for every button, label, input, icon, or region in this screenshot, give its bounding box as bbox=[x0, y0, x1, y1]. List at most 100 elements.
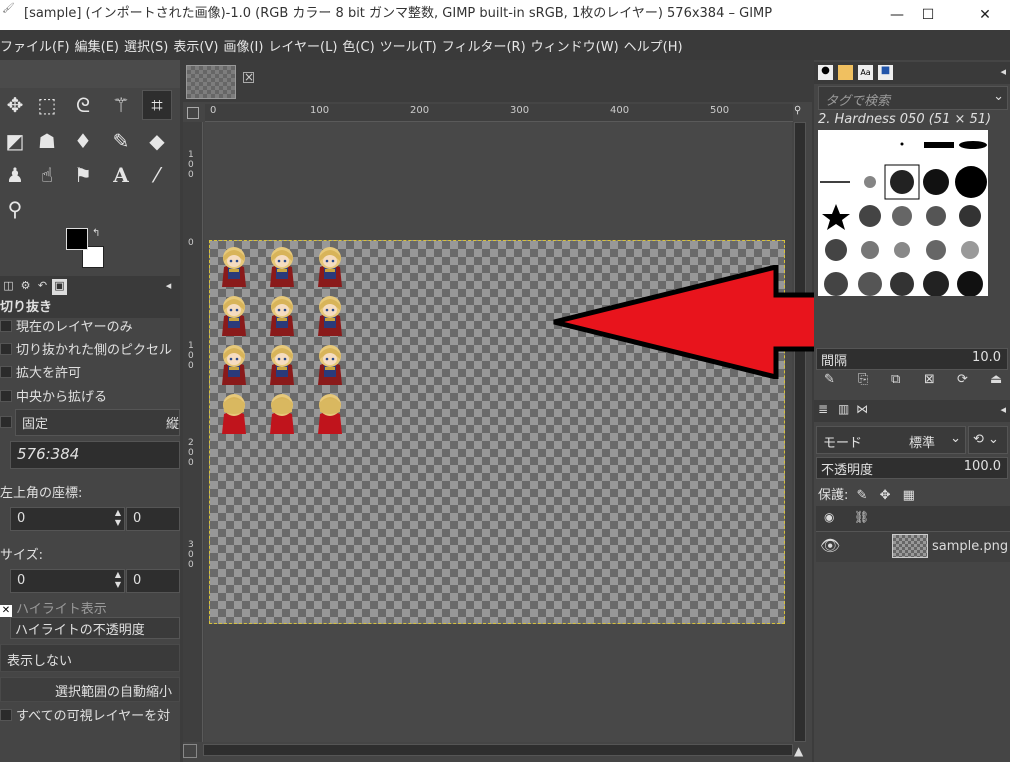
allow-grow-row[interactable]: 拡大を許可 bbox=[0, 362, 180, 384]
eraser-tool-icon[interactable]: ◆ bbox=[142, 126, 172, 156]
navigate-icon[interactable] bbox=[183, 744, 197, 758]
spin-arrows-icon[interactable]: ▲ ▼ bbox=[115, 508, 121, 528]
canvas-stage[interactable] bbox=[204, 122, 792, 742]
menu-windows[interactable]: ウィンドウ(W) bbox=[531, 36, 624, 55]
vertical-scrollbar[interactable] bbox=[794, 122, 806, 742]
transform-tool-icon[interactable]: ◩ bbox=[0, 126, 30, 156]
bucket-fill-tool-icon[interactable]: ♦ bbox=[68, 126, 98, 156]
swap-colors-icon[interactable]: ↰ bbox=[92, 228, 100, 239]
open-brush-icon[interactable]: ⏏ bbox=[990, 372, 1002, 387]
position-y-input[interactable]: 0 bbox=[126, 507, 180, 531]
image-tab-thumbnail[interactable] bbox=[186, 65, 236, 99]
channels-tab-icon[interactable]: ▥ bbox=[838, 402, 849, 416]
foreground-color-swatch[interactable] bbox=[66, 228, 88, 250]
menu-help[interactable]: ヘルプ(H) bbox=[624, 36, 688, 55]
chevron-down-icon[interactable]: ⌄ bbox=[950, 431, 961, 446]
layers-tab-icon[interactable]: ≣ bbox=[818, 402, 828, 416]
zoom-fit-icon[interactable]: ⚲ bbox=[794, 105, 806, 119]
device-status-tab-icon[interactable]: ⚙ bbox=[18, 279, 33, 295]
text-tool-icon[interactable]: A bbox=[106, 160, 136, 190]
delete-cropped-row[interactable]: 切り抜かれた側のピクセル bbox=[0, 339, 180, 361]
expand-center-checkbox[interactable] bbox=[0, 390, 12, 402]
crop-tool-icon[interactable]: ⌗ bbox=[142, 90, 172, 120]
fuzzy-select-tool-icon[interactable]: ⚚ bbox=[106, 90, 136, 120]
guides-dropdown[interactable]: 表示しない bbox=[0, 644, 180, 672]
undo-history-tab-icon[interactable]: ↶ bbox=[35, 279, 50, 295]
aspect-ratio-input[interactable]: 576:384 bbox=[10, 441, 180, 469]
horizontal-scrollbar[interactable] bbox=[203, 744, 793, 756]
maximize-button[interactable]: ☐ bbox=[905, 0, 951, 30]
allow-grow-checkbox[interactable] bbox=[0, 366, 12, 378]
lasso-tool-icon[interactable]: ᘓ bbox=[68, 90, 98, 120]
fixed-checkbox[interactable] bbox=[0, 416, 12, 428]
lock-position-icon[interactable]: ✥ bbox=[880, 488, 891, 503]
menu-tools[interactable]: ツール(T) bbox=[380, 36, 442, 55]
menu-image[interactable]: 画像(I) bbox=[223, 36, 268, 55]
fg-bg-colors[interactable]: ↰ bbox=[66, 228, 106, 268]
lock-alpha-icon[interactable]: ▦ bbox=[903, 488, 915, 503]
warp-tool-icon[interactable]: ☗ bbox=[32, 126, 62, 156]
color-picker-tool-icon[interactable]: ⁄ bbox=[142, 160, 172, 190]
zoom-tool-icon[interactable]: ⚲ bbox=[0, 194, 30, 224]
layer-mode-dropdown[interactable]: モード 標準 ⌄ bbox=[816, 426, 966, 454]
spin-arrows-icon[interactable]: ▲ ▼ bbox=[115, 570, 121, 590]
layer-opacity-slider[interactable]: 不透明度 100.0 bbox=[816, 457, 1008, 479]
refresh-brushes-icon[interactable]: ⟳ bbox=[957, 372, 968, 387]
expand-center-row[interactable]: 中央から拡げる bbox=[0, 386, 180, 408]
close-button[interactable]: ✕ bbox=[962, 0, 1008, 30]
panel-menu-icon[interactable]: ◂ bbox=[161, 279, 176, 295]
position-x-input[interactable]: 0 ▲ ▼ bbox=[10, 507, 125, 531]
images-tab-icon[interactable]: ▣ bbox=[52, 279, 67, 295]
composite-mode-dropdown[interactable]: ⟲ ⌄ bbox=[968, 426, 1008, 454]
menu-layer[interactable]: レイヤー(L) bbox=[268, 36, 342, 55]
paths-tool-icon[interactable]: ⚑ bbox=[68, 160, 98, 190]
brush-tag-filter[interactable]: タグで検索 ⌄ bbox=[818, 86, 1008, 110]
layers-list-header: ◉ ⛓ bbox=[816, 506, 1010, 532]
delete-brush-icon[interactable]: ⊠ bbox=[924, 372, 935, 387]
fonts-tab-icon[interactable]: Aa bbox=[858, 65, 873, 80]
move-tool-icon[interactable]: ✥ bbox=[0, 90, 30, 120]
menu-colors[interactable]: 色(C) bbox=[342, 36, 379, 55]
layer-row[interactable]: 👁 sample.png bbox=[816, 532, 1010, 562]
all-visible-checkbox[interactable] bbox=[0, 709, 12, 721]
current-layer-only-row[interactable]: 現在のレイヤーのみ bbox=[0, 316, 180, 338]
menu-file[interactable]: ファイル(F) bbox=[0, 36, 75, 55]
size-w-input[interactable]: 0 ▲ ▼ bbox=[10, 569, 125, 593]
brush-grid[interactable] bbox=[818, 130, 988, 296]
new-brush-icon[interactable]: ⎘ bbox=[858, 372, 868, 387]
delete-cropped-checkbox[interactable] bbox=[0, 343, 12, 355]
smudge-tool-icon[interactable]: ☝ bbox=[32, 160, 62, 190]
rect-select-tool-icon[interactable]: ⬚ bbox=[32, 90, 62, 120]
paintbrush-tool-icon[interactable]: ✎ bbox=[106, 126, 136, 156]
fixed-aspect-dropdown[interactable]: 固定 縦 bbox=[15, 409, 180, 436]
paths-tab-icon[interactable]: ⋈ bbox=[856, 402, 868, 416]
clone-tool-icon[interactable]: ♟ bbox=[0, 160, 30, 190]
highlight-opacity-slider[interactable]: ハイライトの不透明度 bbox=[10, 617, 180, 639]
chevron-down-icon[interactable]: ⌄ bbox=[993, 89, 1004, 104]
patterns-tab-icon[interactable] bbox=[838, 65, 853, 80]
panel-menu-icon[interactable]: ◂ bbox=[1000, 65, 1006, 78]
panel-menu-icon[interactable]: ◂ bbox=[1000, 403, 1006, 416]
all-visible-row[interactable]: すべての可視レイヤーを対 bbox=[0, 705, 180, 727]
document-history-tab-icon[interactable]: ■ bbox=[878, 65, 893, 80]
duplicate-brush-icon[interactable]: ⧉ bbox=[891, 372, 900, 387]
tool-options-tab-icon[interactable]: ◫ bbox=[1, 279, 16, 295]
auto-shrink-button[interactable]: 選択範囲の自動縮小 bbox=[0, 677, 180, 702]
brush-spacing-slider[interactable]: 間隔 10.0 bbox=[816, 348, 1008, 370]
menu-edit[interactable]: 編集(E) bbox=[75, 36, 124, 55]
menu-select[interactable]: 選択(S) bbox=[124, 36, 173, 55]
brushes-tab-icon[interactable]: ● bbox=[818, 65, 833, 80]
quick-mask-icon[interactable] bbox=[187, 107, 199, 119]
size-h-input[interactable]: 0 bbox=[126, 569, 180, 593]
layer-name[interactable]: sample.png bbox=[932, 539, 1008, 554]
resize-corner-icon[interactable]: ▲ bbox=[794, 744, 803, 758]
menu-view[interactable]: 表示(V) bbox=[173, 36, 223, 55]
menu-filters[interactable]: フィルター(R) bbox=[442, 36, 531, 55]
fixed-label: 固定 bbox=[22, 417, 49, 432]
visibility-eye-icon[interactable]: 👁 bbox=[820, 536, 840, 555]
edit-brush-icon[interactable]: ✎ bbox=[824, 372, 835, 387]
highlight-checkbox-icon[interactable]: ✕ bbox=[0, 605, 12, 617]
close-tab-icon[interactable]: × bbox=[243, 71, 254, 83]
current-layer-only-checkbox[interactable] bbox=[0, 320, 12, 332]
lock-pixels-icon[interactable]: ✎ bbox=[857, 488, 868, 503]
